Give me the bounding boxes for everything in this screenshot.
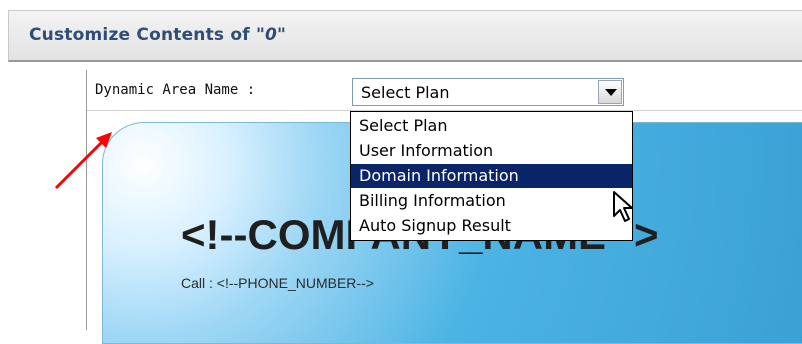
dropdown-option-billing-information[interactable]: Billing Information xyxy=(351,189,632,213)
chevron-down-icon xyxy=(605,89,617,96)
page-header: Customize Contents of "0" xyxy=(8,10,802,62)
arrow-annotation-icon xyxy=(54,132,112,190)
dropdown-option-user-information[interactable]: User Information xyxy=(351,139,632,163)
dropdown-option-domain-information[interactable]: Domain Information xyxy=(351,164,632,188)
select-value: Select Plan xyxy=(361,83,450,102)
page-title-prefix: Customize Contents of xyxy=(29,25,256,45)
dropdown-option-select-plan[interactable]: Select Plan xyxy=(351,114,632,138)
dynamic-area-row: Dynamic Area Name : Select Plan xyxy=(87,70,802,111)
page-title-quoted: "0" xyxy=(255,25,287,45)
dropdown-list[interactable]: Select Plan User Information Domain Info… xyxy=(350,111,633,241)
banner-phone-number: Call : <!--PHONE_NUMBER--> xyxy=(181,275,374,291)
select-dropdown-button[interactable] xyxy=(598,80,622,104)
dropdown-option-auto-signup-result[interactable]: Auto Signup Result xyxy=(351,214,632,238)
dynamic-area-select[interactable]: Select Plan xyxy=(352,78,624,106)
page-title: Customize Contents of "0" xyxy=(29,25,286,45)
dynamic-area-label: Dynamic Area Name : xyxy=(95,82,256,98)
mouse-cursor-icon xyxy=(613,191,633,222)
